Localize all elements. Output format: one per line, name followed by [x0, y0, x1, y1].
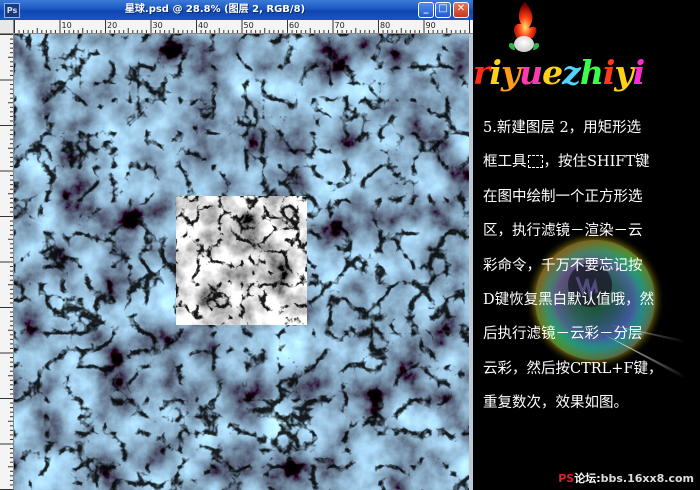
brand-logo: riyuezhiyi	[473, 53, 700, 101]
step-text-line: 5.新建图层 2，用矩形选	[483, 116, 699, 150]
step-text: 框工具	[483, 154, 527, 171]
ruler-label: 50	[244, 21, 254, 30]
step-text-line: 重复数次，效果如图。	[483, 391, 699, 425]
step-text-line: D键恢复黑白默认值哦，然	[483, 288, 699, 322]
maximize-button[interactable]: □	[435, 2, 451, 18]
logo-letter: e	[542, 53, 563, 92]
title-bar[interactable]: Ps 星球.psd @ 28.8% (图层 2, RGB/8) _ □ ✕	[0, 0, 473, 21]
ruler-origin[interactable]	[0, 20, 14, 34]
maximize-icon: □	[438, 3, 448, 14]
logo-letter: i	[632, 53, 646, 92]
watermark-label: 论坛:	[574, 472, 601, 485]
step-text-line: 彩命令，千万不要忘记按	[483, 254, 699, 288]
forum-watermark: PS论坛:bbs.16xx8.com	[558, 470, 694, 486]
ruler-label: 30	[153, 21, 163, 30]
step-text: D键恢复黑白默认值哦，然	[483, 291, 655, 308]
logo-letter: i	[602, 53, 616, 92]
close-button[interactable]: ✕	[453, 2, 469, 18]
close-icon: ✕	[456, 3, 466, 14]
horizontal-ruler-ticks: 10 20 30 40 50 60 70 80 90	[14, 20, 470, 33]
step-text: ，按住SHIFT键	[543, 154, 650, 171]
ruler-label: 60	[289, 21, 299, 30]
logo-letter: y	[614, 53, 633, 92]
logo-letter: h	[579, 53, 604, 92]
minimize-button[interactable]: _	[418, 2, 434, 18]
flame-logo-icon	[508, 2, 540, 52]
selection-square-clouds	[176, 196, 307, 325]
minimize-icon: _	[423, 3, 429, 14]
logo-letter: y	[500, 53, 520, 92]
vertical-ruler-ticks	[0, 34, 13, 490]
step-text: 重复数次，效果如图。	[483, 395, 628, 412]
step-text: 5.新建图层 2，用矩形选	[483, 120, 642, 136]
ruler-label: 40	[198, 21, 208, 30]
horizontal-ruler[interactable]: 10 20 30 40 50 60 70 80 90	[14, 20, 473, 34]
step-text-line: 在图中绘制一个正方形选	[483, 185, 699, 219]
step-text: 彩命令，千万不要忘记按	[483, 257, 643, 274]
logo-letter: r	[473, 53, 490, 92]
step-text: 云彩，然后按CTRL+F键，	[483, 360, 663, 377]
document-canvas[interactable]	[14, 34, 469, 490]
document-title: 星球.psd @ 28.8% (图层 2, RGB/8)	[124, 4, 306, 15]
tutorial-panel: riyuezhiyi 5.新建图层 2，用矩形选 框工具 ，按住SHIFT键 在…	[473, 0, 700, 490]
tutorial-steps: 5.新建图层 2，用矩形选 框工具 ，按住SHIFT键 在图中绘制一个正方形选 区…	[483, 116, 699, 426]
watermark-ps: PS	[558, 472, 575, 485]
vertical-ruler[interactable]	[0, 34, 14, 490]
step-text-line: 框工具 ，按住SHIFT键	[483, 150, 699, 184]
step-text-line: 区，执行滤镜－渲染－云	[483, 219, 699, 253]
step-text: 区，执行滤镜－渲染－云	[483, 223, 643, 240]
ruler-label: 10	[62, 21, 72, 30]
rectangle-marquee-tool-icon	[527, 155, 543, 169]
ruler-label: 90	[426, 21, 436, 30]
document-window: Ps 星球.psd @ 28.8% (图层 2, RGB/8) _ □ ✕ 10…	[0, 0, 473, 490]
step-text: 在图中绘制一个正方形选	[483, 188, 643, 205]
cloud-texture-image	[14, 34, 469, 490]
logo-letter: i	[489, 53, 502, 92]
ruler-label: 70	[335, 21, 345, 30]
logo-letter: z	[562, 53, 581, 92]
ruler-label: 20	[107, 21, 117, 30]
watermark-site: bbs.16xx8.com	[600, 472, 694, 485]
logo-letter: u	[519, 53, 543, 92]
step-text-line: 云彩，然后按CTRL+F键，	[483, 357, 699, 391]
step-text: 后执行滤镜－云彩－分层	[483, 326, 643, 343]
step-text-line: 后执行滤镜－云彩－分层	[483, 322, 699, 356]
ruler-label: 80	[380, 21, 390, 30]
